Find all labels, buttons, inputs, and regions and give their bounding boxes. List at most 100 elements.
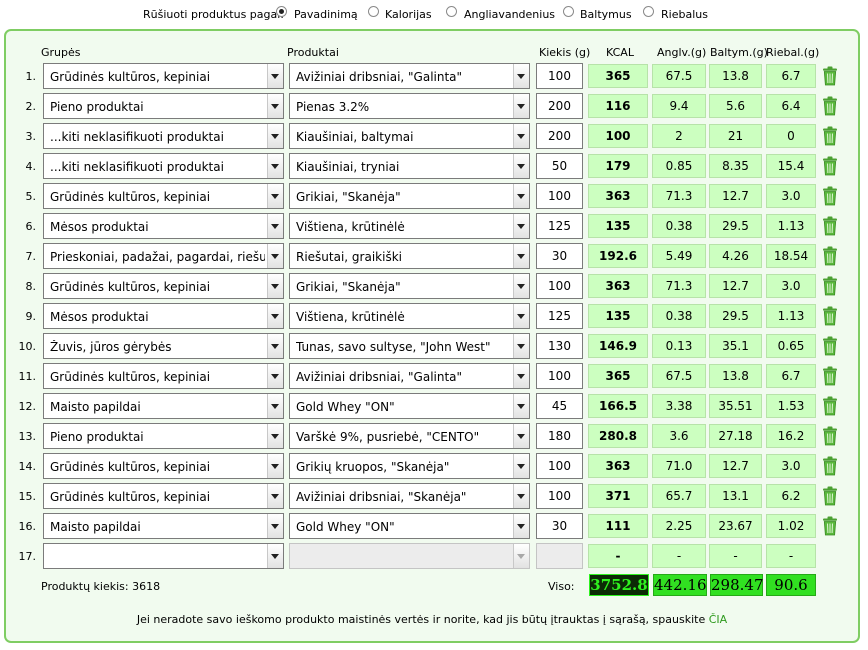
product-select[interactable]: Avižiniai dribsniai, "Galinta" xyxy=(289,363,530,389)
product-select[interactable]: Vištiena, krūtinėlė xyxy=(289,213,530,239)
trash-icon[interactable] xyxy=(822,486,838,506)
group-select[interactable]: Grūdinės kultūros, kepiniai xyxy=(43,63,284,89)
group-select[interactable] xyxy=(43,543,284,569)
product-select[interactable]: Grikiai, "Skanėja" xyxy=(289,183,530,209)
sort-radio-kcal[interactable] xyxy=(368,6,379,17)
sort-radio-carbs[interactable] xyxy=(446,6,457,17)
product-select[interactable] xyxy=(289,543,530,569)
trash-icon[interactable] xyxy=(822,456,838,476)
chevron-down-icon[interactable] xyxy=(513,124,529,148)
chevron-down-icon[interactable] xyxy=(513,244,529,268)
chevron-down-icon[interactable] xyxy=(513,484,529,508)
chevron-down-icon[interactable] xyxy=(267,544,283,568)
trash-icon[interactable] xyxy=(822,396,838,416)
chevron-down-icon[interactable] xyxy=(267,214,283,238)
chevron-down-icon[interactable] xyxy=(267,94,283,118)
trash-icon[interactable] xyxy=(822,96,838,116)
product-select[interactable]: Varškė 9%, pusriebė, "CENTO" xyxy=(289,423,530,449)
sort-option-name[interactable]: Pavadinimą xyxy=(294,8,358,21)
chevron-down-icon[interactable] xyxy=(267,274,283,298)
sort-option-carbs[interactable]: Angliavandenius xyxy=(464,8,555,21)
product-select[interactable]: Tunas, savo sultyse, "John West" xyxy=(289,333,530,359)
chevron-down-icon[interactable] xyxy=(267,484,283,508)
quantity-input[interactable]: 100 xyxy=(536,453,583,479)
chevron-down-icon[interactable] xyxy=(267,304,283,328)
group-select[interactable]: Grūdinės kultūros, kepiniai xyxy=(43,453,284,479)
chevron-down-icon[interactable] xyxy=(267,244,283,268)
chevron-down-icon[interactable] xyxy=(513,304,529,328)
trash-icon[interactable] xyxy=(822,186,838,206)
product-select[interactable]: Grikių kruopos, "Skanėja" xyxy=(289,453,530,479)
chevron-down-icon[interactable] xyxy=(513,514,529,538)
trash-icon[interactable] xyxy=(822,246,838,266)
product-select[interactable]: Pienas 3.2% xyxy=(289,93,530,119)
chevron-down-icon[interactable] xyxy=(513,184,529,208)
chevron-down-icon[interactable] xyxy=(513,274,529,298)
group-select[interactable]: Grūdinės kultūros, kepiniai xyxy=(43,183,284,209)
quantity-input[interactable]: 130 xyxy=(536,333,583,359)
chevron-down-icon[interactable] xyxy=(513,454,529,478)
chevron-down-icon[interactable] xyxy=(513,364,529,388)
sort-radio-fat[interactable] xyxy=(643,6,654,17)
chevron-down-icon[interactable] xyxy=(267,154,283,178)
trash-icon[interactable] xyxy=(822,516,838,536)
group-select[interactable]: Grūdinės kultūros, kepiniai xyxy=(43,483,284,509)
product-select[interactable]: Gold Whey "ON" xyxy=(289,513,530,539)
chevron-down-icon[interactable] xyxy=(267,64,283,88)
sort-option-kcal[interactable]: Kalorijas xyxy=(385,8,432,21)
chevron-down-icon[interactable] xyxy=(513,394,529,418)
chevron-down-icon[interactable] xyxy=(267,394,283,418)
quantity-input[interactable]: 50 xyxy=(536,153,583,179)
product-select[interactable]: Riešutai, graikiški xyxy=(289,243,530,269)
quantity-input[interactable]: 30 xyxy=(536,243,583,269)
chevron-down-icon[interactable] xyxy=(267,334,283,358)
footer-link[interactable]: ČIA xyxy=(709,613,727,626)
sort-radio-name[interactable] xyxy=(276,6,287,17)
trash-icon[interactable] xyxy=(822,306,838,326)
chevron-down-icon[interactable] xyxy=(513,154,529,178)
quantity-input[interactable]: 125 xyxy=(536,303,583,329)
product-select[interactable]: Avižiniai dribsniai, "Skanėja" xyxy=(289,483,530,509)
chevron-down-icon[interactable] xyxy=(513,64,529,88)
chevron-down-icon[interactable] xyxy=(513,214,529,238)
group-select[interactable]: Maisto papildai xyxy=(43,513,284,539)
product-select[interactable]: Kiaušiniai, tryniai xyxy=(289,153,530,179)
chevron-down-icon[interactable] xyxy=(267,424,283,448)
trash-icon[interactable] xyxy=(822,216,838,236)
chevron-down-icon[interactable] xyxy=(267,124,283,148)
sort-radio-protein[interactable] xyxy=(563,6,574,17)
quantity-input[interactable]: 180 xyxy=(536,423,583,449)
chevron-down-icon[interactable] xyxy=(513,544,529,568)
group-select[interactable]: Prieskoniai, padažai, pagardai, riešutai xyxy=(43,243,284,269)
group-select[interactable]: Pieno produktai xyxy=(43,93,284,119)
chevron-down-icon[interactable] xyxy=(513,334,529,358)
chevron-down-icon[interactable] xyxy=(267,514,283,538)
sort-option-protein[interactable]: Baltymus xyxy=(580,8,632,21)
quantity-input[interactable]: 125 xyxy=(536,213,583,239)
product-select[interactable]: Vištiena, krūtinėlė xyxy=(289,303,530,329)
quantity-input[interactable]: 200 xyxy=(536,93,583,119)
trash-icon[interactable] xyxy=(822,66,838,86)
trash-icon[interactable] xyxy=(822,156,838,176)
group-select[interactable]: Mėsos produktai xyxy=(43,303,284,329)
quantity-input[interactable]: 100 xyxy=(536,183,583,209)
quantity-input[interactable]: 200 xyxy=(536,123,583,149)
chevron-down-icon[interactable] xyxy=(513,94,529,118)
chevron-down-icon[interactable] xyxy=(267,184,283,208)
quantity-input[interactable]: 100 xyxy=(536,483,583,509)
group-select[interactable]: Žuvis, jūros gėrybės xyxy=(43,333,284,359)
group-select[interactable]: Grūdinės kultūros, kepiniai xyxy=(43,363,284,389)
group-select[interactable]: Grūdinės kultūros, kepiniai xyxy=(43,273,284,299)
trash-icon[interactable] xyxy=(822,336,838,356)
quantity-input[interactable]: 100 xyxy=(536,363,583,389)
quantity-input[interactable]: 30 xyxy=(536,513,583,539)
trash-icon[interactable] xyxy=(822,426,838,446)
trash-icon[interactable] xyxy=(822,276,838,296)
quantity-input[interactable]: 45 xyxy=(536,393,583,419)
group-select[interactable]: ...kiti neklasifikuoti produktai xyxy=(43,153,284,179)
chevron-down-icon[interactable] xyxy=(267,454,283,478)
chevron-down-icon[interactable] xyxy=(267,364,283,388)
product-select[interactable]: Kiaušiniai, baltymai xyxy=(289,123,530,149)
group-select[interactable]: Maisto papildai xyxy=(43,393,284,419)
quantity-input[interactable]: 100 xyxy=(536,63,583,89)
